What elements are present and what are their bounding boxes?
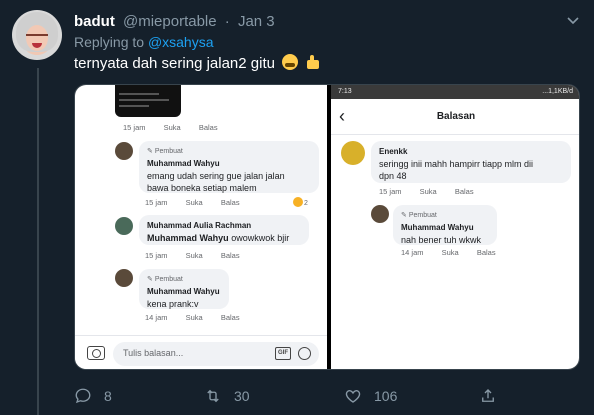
- haha-reaction-icon: [293, 197, 303, 207]
- creator-badge: ✎ Pembuat: [147, 148, 183, 155]
- replies-header: ‹ Balasan: [331, 99, 579, 135]
- heart-icon: [345, 390, 361, 403]
- like-link[interactable]: Suka: [186, 251, 203, 260]
- comment-author[interactable]: Muhammad Wahyu: [147, 286, 221, 298]
- replies-title: Balasan: [436, 111, 476, 122]
- reply-link[interactable]: Balas: [455, 187, 474, 196]
- replying-mention[interactable]: @xsahysa: [148, 34, 214, 50]
- comment-author[interactable]: Enenkk: [379, 146, 563, 158]
- comment-bubble: ✎ Pembuat Muhammad Wahyu emang udah seri…: [139, 141, 319, 193]
- video-thumbnail: [115, 85, 181, 117]
- reply-link[interactable]: Balas: [221, 198, 240, 207]
- retweet-icon: [207, 389, 219, 403]
- reply-input[interactable]: Tulis balasan... GIF: [113, 342, 319, 366]
- reply-count: 8: [104, 388, 112, 404]
- commenter-avatar[interactable]: [371, 205, 389, 223]
- chevron-down-icon[interactable]: [566, 14, 580, 28]
- comment-meta: 15 jam Suka Balas: [145, 198, 240, 207]
- reply-button[interactable]: 8: [74, 384, 112, 408]
- reply-link[interactable]: Balas: [221, 251, 240, 260]
- tweet-text: ternyata dah sering jalan2 gitu: [74, 54, 321, 72]
- commenter-avatar[interactable]: [115, 217, 133, 235]
- like-button[interactable]: 106: [344, 384, 397, 408]
- status-bar: 7:13 ...1,1KB/d: [331, 85, 579, 99]
- replying-to: Replying to @xsahysa: [74, 34, 214, 50]
- camera-icon[interactable]: [87, 346, 105, 360]
- commenter-avatar[interactable]: [115, 269, 133, 287]
- tweet-media[interactable]: 15 jam Suka Balas ✎ Pembuat Muhammad Wah…: [74, 84, 580, 370]
- reply-link[interactable]: Balas: [221, 313, 240, 322]
- thumbs-up-icon: [305, 54, 321, 70]
- display-name[interactable]: badut: [74, 13, 115, 30]
- comment-author[interactable]: Muhammad Aulia Rachman: [147, 220, 301, 232]
- separator-dot: ·: [224, 13, 230, 30]
- commenter-avatar[interactable]: [341, 141, 365, 165]
- comment-mention[interactable]: Muhammad Wahyu: [147, 233, 229, 243]
- retweet-count: 30: [234, 388, 250, 404]
- like-link[interactable]: Suka: [442, 248, 459, 257]
- creator-badge: ✎ Pembuat: [147, 276, 183, 283]
- tweet-header: badut @mieportable · Jan 3: [74, 12, 275, 32]
- comment-meta: 15 jam Suka Balas: [379, 187, 474, 196]
- comment-bubble: Enenkk seringg inii mahh hampirr tiapp m…: [371, 141, 571, 183]
- comment-bubble: ✎ Pembuat Muhammad Wahyu kena prank:v: [139, 269, 229, 309]
- tweet-body: ternyata dah sering jalan2 gitu: [74, 55, 275, 72]
- creator-badge: ✎ Pembuat: [401, 212, 437, 219]
- reply-link[interactable]: Balas: [477, 248, 496, 257]
- tweet-actions: 8 30 106: [74, 384, 580, 408]
- retweet-button[interactable]: 30: [204, 384, 250, 408]
- comment-meta: 15 jam Suka Balas: [145, 251, 240, 260]
- reply-placeholder: Tulis balasan...: [123, 348, 184, 358]
- comment-author[interactable]: Muhammad Wahyu: [401, 222, 489, 234]
- avatar-glasses: [26, 34, 48, 40]
- comment-meta: 14 jam Suka Balas: [401, 248, 496, 257]
- like-count: 106: [374, 388, 398, 404]
- media-right-screenshot[interactable]: 7:13 ...1,1KB/d ‹ Balasan Enenkk seringg…: [331, 85, 579, 369]
- reply-input-bar: Tulis balasan... GIF: [75, 335, 327, 369]
- replying-prefix: Replying to: [74, 34, 145, 50]
- commenter-avatar[interactable]: [115, 142, 133, 160]
- comment-bubble: ✎ Pembuat Muhammad Wahyu nah bener tuh w…: [393, 205, 497, 245]
- like-link[interactable]: Suka: [186, 313, 203, 322]
- comment-author[interactable]: Muhammad Wahyu: [147, 158, 311, 170]
- reply-icon: [75, 388, 91, 404]
- emoji-icon[interactable]: [298, 347, 311, 360]
- share-icon: [482, 389, 494, 402]
- gif-icon[interactable]: GIF: [275, 347, 291, 360]
- comment-meta: 14 jam Suka Balas: [145, 313, 240, 322]
- crying-face-icon: [282, 54, 299, 70]
- share-button[interactable]: [479, 384, 509, 408]
- media-left-screenshot[interactable]: 15 jam Suka Balas ✎ Pembuat Muhammad Wah…: [75, 85, 327, 369]
- thread-line: [37, 68, 39, 415]
- avatar[interactable]: [12, 10, 62, 60]
- like-link[interactable]: Suka: [420, 187, 437, 196]
- like-link[interactable]: Suka: [186, 198, 203, 207]
- user-handle[interactable]: @mieportable: [123, 13, 217, 30]
- tweet-date[interactable]: Jan 3: [238, 13, 275, 30]
- reaction-badge[interactable]: 2: [293, 197, 313, 209]
- top-comment-meta: 15 jam Suka Balas: [123, 123, 218, 132]
- comment-bubble: Muhammad Aulia Rachman Muhammad Wahyu ow…: [139, 215, 309, 245]
